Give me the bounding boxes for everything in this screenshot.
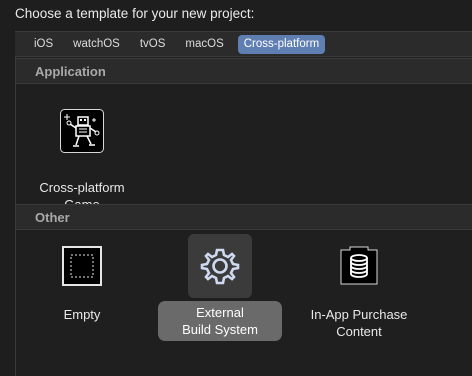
tab-watchos[interactable]: watchOS: [67, 35, 126, 54]
coin-stack-icon: [327, 234, 391, 298]
template-external-build-system[interactable]: External Build System: [157, 233, 282, 345]
gear-icon: [188, 234, 252, 298]
section-header-application: Application: [16, 58, 472, 84]
template-prompt: Choose a template for your new project:: [15, 6, 255, 21]
tab-macos[interactable]: macOS: [179, 35, 229, 54]
template-label: External Build System: [158, 301, 282, 341]
template-empty[interactable]: Empty: [20, 233, 144, 343]
template-cross-platform-game[interactable]: Cross-platform Game: [20, 95, 144, 212]
section-title: Application: [35, 64, 106, 79]
section-header-other: Other: [16, 204, 472, 230]
game-robot-icon: [50, 99, 114, 163]
template-in-app-purchase-content[interactable]: In-App Purchase Content: [297, 233, 421, 343]
tab-ios[interactable]: iOS: [28, 35, 59, 54]
template-list: Application Cross-platform Other Empty E…: [15, 57, 472, 376]
template-label: In-App Purchase Content: [310, 307, 408, 339]
empty-template-icon: [50, 234, 114, 298]
tab-cross-platform[interactable]: Cross-platform: [237, 34, 326, 54]
platform-tab-bar: iOS watchOS tvOS macOS Cross-platform: [15, 31, 472, 57]
tab-tvos[interactable]: tvOS: [134, 35, 172, 54]
template-label: Empty: [63, 307, 101, 322]
section-title: Other: [35, 210, 70, 225]
